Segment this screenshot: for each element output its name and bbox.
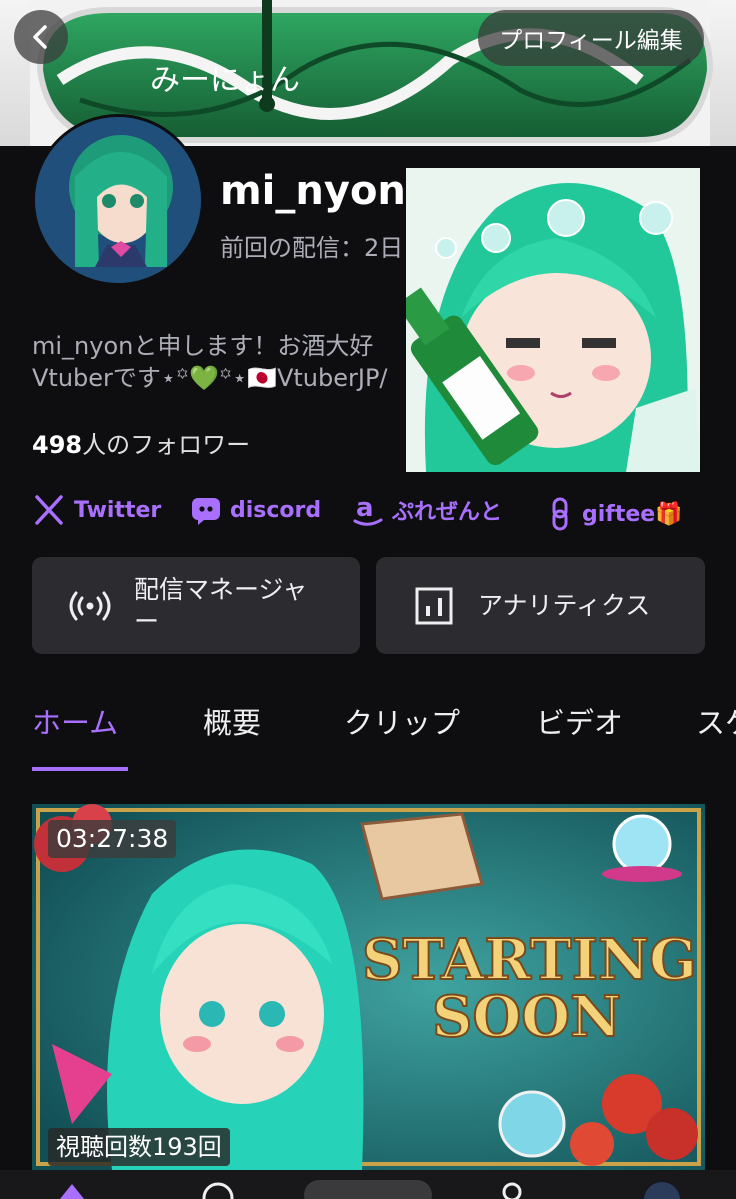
link-icon — [552, 497, 568, 531]
social-link-label: giftee🎁 — [582, 501, 683, 527]
banner-logo-subtext: みーにょん — [150, 63, 300, 98]
stream-manager-label: 配信マネージャ ー — [134, 574, 307, 638]
edit-profile-button[interactable]: プロフィール編集 — [478, 10, 704, 66]
follower-count-label: 人のフォロワー — [82, 431, 251, 459]
social-links: Twitter discord a ぷれぜんと giftee🎁 — [0, 488, 736, 536]
tab-home[interactable]: ホーム — [32, 700, 118, 742]
discord-icon — [192, 498, 220, 525]
video-title-line2: SOON — [432, 984, 621, 1050]
active-tab-indicator — [32, 767, 128, 771]
search-icon — [202, 1182, 234, 1199]
social-link-label: Twitter — [74, 497, 162, 523]
stream-manager-label-line2: ー — [134, 606, 160, 636]
follower-count-number: 498 — [32, 431, 83, 459]
social-link-amazon[interactable]: a ぷれぜんと — [352, 488, 502, 532]
username: mi_nyon — [220, 168, 406, 214]
video-thumbnail[interactable]: STARTING SOON — [32, 804, 705, 1170]
bottom-nav-icons — [60, 1180, 680, 1199]
bottom-navigation — [0, 1170, 736, 1199]
sticker-illustration — [406, 168, 700, 472]
avatar-image — [35, 117, 201, 283]
avatar-icon — [644, 1182, 680, 1199]
profile-bio: mi_nyonと申します！お酒大好 Vtuberです⋆꙳💚꙳⋆🇯🇵VtuberJ… — [32, 330, 452, 394]
analytics-button[interactable]: アナリティクス — [376, 557, 705, 654]
tab-videos[interactable]: ビデオ — [536, 700, 623, 742]
profile-avatar[interactable] — [32, 114, 204, 286]
chevron-left-icon — [33, 25, 47, 49]
social-link-label: discord — [230, 497, 322, 523]
amazon-icon: a — [353, 493, 383, 526]
broadcast-icon — [69, 591, 111, 620]
follower-count[interactable]: 498人のフォロワー — [32, 425, 250, 460]
social-link-discord[interactable]: discord — [190, 488, 321, 532]
stream-manager-button[interactable]: 配信マネージャ ー — [32, 557, 360, 654]
tab-schedule[interactable]: スケ — [696, 700, 736, 742]
home-icon — [60, 1184, 84, 1199]
last-stream-info: 前回の配信：2日 — [220, 234, 404, 262]
analytics-icon — [415, 587, 453, 624]
x-icon — [35, 495, 63, 525]
sticker-image — [406, 168, 700, 472]
bio-line-2: Vtuberです⋆꙳💚꙳⋆🇯🇵VtuberJP/ — [32, 364, 388, 392]
tab-clips[interactable]: クリップ — [344, 700, 460, 742]
social-link-label: ぷれぜんと — [392, 500, 503, 525]
bio-line-1: mi_nyonと申します！お酒大好 — [32, 332, 374, 360]
profile-icon — [502, 1182, 522, 1199]
video-duration-badge: 03:27:38 — [48, 820, 177, 858]
tab-about[interactable]: 概要 — [203, 700, 261, 742]
social-link-twitter[interactable]: Twitter — [32, 488, 161, 532]
create-button — [304, 1180, 432, 1199]
social-link-giftee[interactable]: giftee🎁 — [546, 492, 683, 536]
back-button[interactable] — [14, 10, 68, 64]
svg-text:a: a — [356, 493, 374, 523]
profile-tabs: ホーム 概要 クリップ ビデオ スケ — [0, 680, 736, 772]
analytics-label: アナリティクス — [478, 590, 651, 620]
video-thumbnail-art: STARTING SOON — [32, 804, 705, 1170]
stream-manager-label-line1: 配信マネージャ — [134, 574, 308, 604]
video-views-badge: 視聴回数193回 — [48, 1128, 230, 1166]
